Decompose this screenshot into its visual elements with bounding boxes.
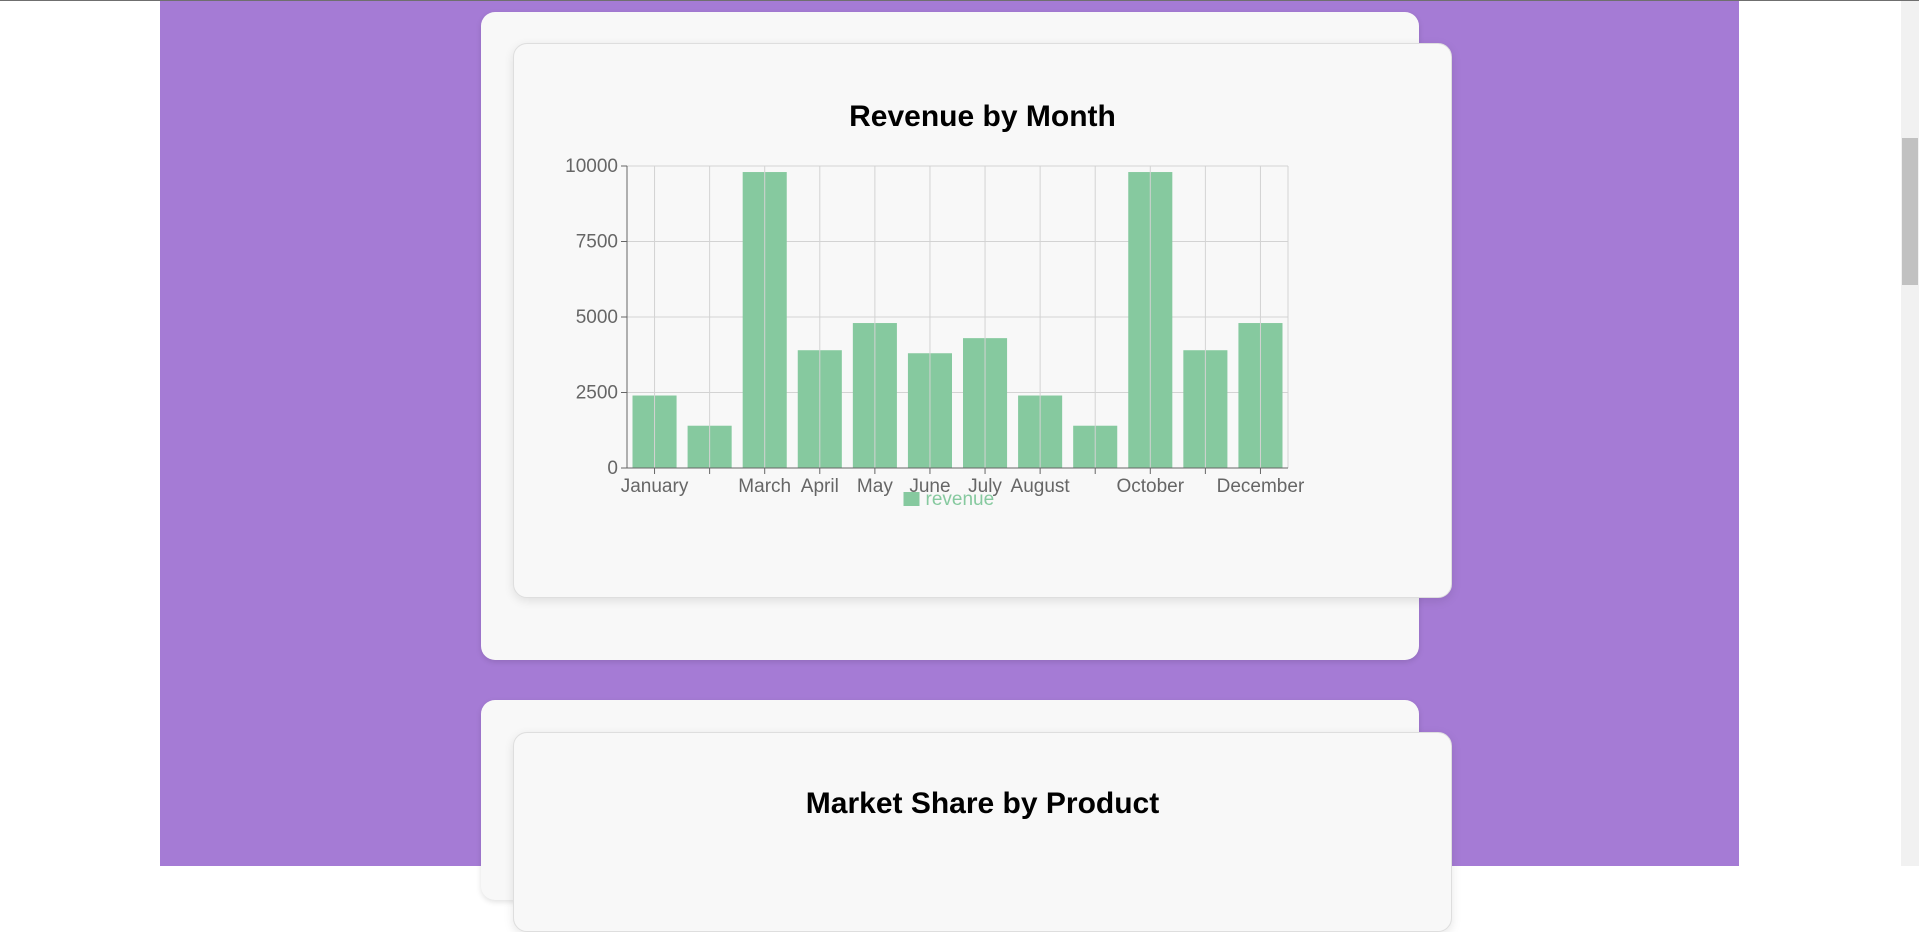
y-tick-label: 7500 [576, 232, 618, 253]
vertical-scrollbar[interactable] [1901, 1, 1919, 866]
x-tick-label: October [1116, 476, 1184, 497]
x-tick-label: January [621, 476, 689, 497]
x-tick-label: December [1217, 476, 1305, 497]
scrollbar-thumb[interactable] [1902, 138, 1918, 286]
x-tick-label: April [801, 476, 839, 497]
market-share-chart-card: Market Share by Product [513, 732, 1452, 932]
x-tick-label: August [1011, 476, 1071, 497]
x-tick-label: May [857, 476, 893, 497]
chart-title-market-share: Market Share by Product [805, 787, 1160, 820]
y-tick-label: 2500 [576, 383, 618, 404]
legend-label-revenue: revenue [926, 489, 995, 510]
y-tick-label: 5000 [576, 307, 618, 328]
y-tick-label: 0 [607, 458, 618, 479]
revenue-bar-chart: 025005000750010000January March April May Ju… [565, 156, 1305, 510]
legend-swatch-revenue [903, 492, 920, 506]
y-tick-label: 10000 [565, 156, 618, 177]
x-tick-label: March [738, 476, 791, 497]
revenue-chart-card: Revenue by Month 0 2500 5000 7500 10000 Janua… [513, 43, 1452, 598]
